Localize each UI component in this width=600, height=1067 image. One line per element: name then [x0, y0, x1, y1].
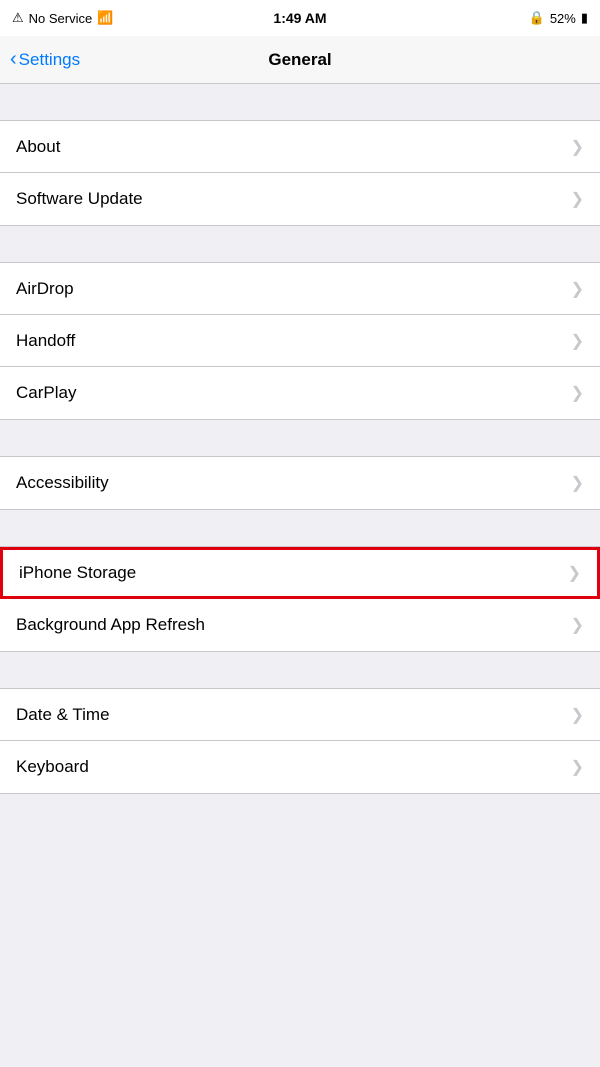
keyboard-label: Keyboard — [16, 757, 89, 777]
section-spacer-6 — [0, 794, 600, 830]
list-item-background-app-refresh[interactable]: Background App Refresh ❯ — [0, 599, 600, 651]
battery-icon: ▮ — [581, 10, 588, 26]
list-item-airdrop[interactable]: AirDrop ❯ — [0, 263, 600, 315]
section-spacer-3 — [0, 420, 600, 456]
status-time: 1:49 AM — [273, 10, 326, 26]
nav-bar: ‹ Settings General — [0, 36, 600, 84]
list-item-accessibility[interactable]: Accessibility ❯ — [0, 457, 600, 509]
handoff-chevron-icon: ❯ — [571, 331, 584, 351]
handoff-label: Handoff — [16, 331, 75, 351]
date-time-label: Date & Time — [16, 705, 110, 725]
list-item-date-time[interactable]: Date & Time ❯ — [0, 689, 600, 741]
status-bar: ⚠ No Service 📶 1:49 AM 🔒 52% ▮ — [0, 0, 600, 36]
back-label: Settings — [19, 50, 80, 70]
list-item-iphone-storage[interactable]: iPhone Storage ❯ — [0, 547, 600, 599]
background-app-refresh-label: Background App Refresh — [16, 615, 205, 635]
list-group-1: About ❯ Software Update ❯ — [0, 120, 600, 226]
section-spacer-2 — [0, 226, 600, 262]
accessibility-chevron-icon: ❯ — [571, 473, 584, 493]
section-spacer-5 — [0, 652, 600, 688]
no-service-label: No Service — [29, 11, 93, 26]
iphone-storage-label: iPhone Storage — [19, 563, 136, 583]
software-update-label: Software Update — [16, 189, 143, 209]
airdrop-label: AirDrop — [16, 279, 74, 299]
accessibility-label: Accessibility — [16, 473, 109, 493]
page-title: General — [268, 50, 331, 70]
list-item-carplay[interactable]: CarPlay ❯ — [0, 367, 600, 419]
list-item-about[interactable]: About ❯ — [0, 121, 600, 173]
wifi-icon: 📶 — [97, 10, 113, 26]
about-chevron-icon: ❯ — [571, 137, 584, 157]
list-group-3: Accessibility ❯ — [0, 456, 600, 510]
airdrop-chevron-icon: ❯ — [571, 279, 584, 299]
list-item-software-update[interactable]: Software Update ❯ — [0, 173, 600, 225]
alert-icon: ⚠ — [12, 10, 24, 26]
about-label: About — [16, 137, 60, 157]
list-group-4: iPhone Storage ❯ Background App Refresh … — [0, 546, 600, 652]
background-app-refresh-chevron-icon: ❯ — [571, 615, 584, 635]
section-spacer-4 — [0, 510, 600, 546]
status-right: 🔒 52% ▮ — [529, 10, 588, 26]
status-left: ⚠ No Service 📶 — [12, 10, 113, 26]
carplay-label: CarPlay — [16, 383, 76, 403]
list-group-5: Date & Time ❯ Keyboard ❯ — [0, 688, 600, 794]
iphone-storage-chevron-icon: ❯ — [568, 563, 581, 583]
software-update-chevron-icon: ❯ — [571, 189, 584, 209]
section-spacer-1 — [0, 84, 600, 120]
keyboard-chevron-icon: ❯ — [571, 757, 584, 777]
carplay-chevron-icon: ❯ — [571, 383, 584, 403]
lock-icon: 🔒 — [529, 10, 545, 26]
back-button[interactable]: ‹ Settings — [10, 50, 80, 70]
list-item-handoff[interactable]: Handoff ❯ — [0, 315, 600, 367]
list-item-keyboard[interactable]: Keyboard ❯ — [0, 741, 600, 793]
list-group-2: AirDrop ❯ Handoff ❯ CarPlay ❯ — [0, 262, 600, 420]
date-time-chevron-icon: ❯ — [571, 705, 584, 725]
back-chevron-icon: ‹ — [10, 49, 17, 69]
battery-percentage: 52% — [550, 11, 576, 26]
